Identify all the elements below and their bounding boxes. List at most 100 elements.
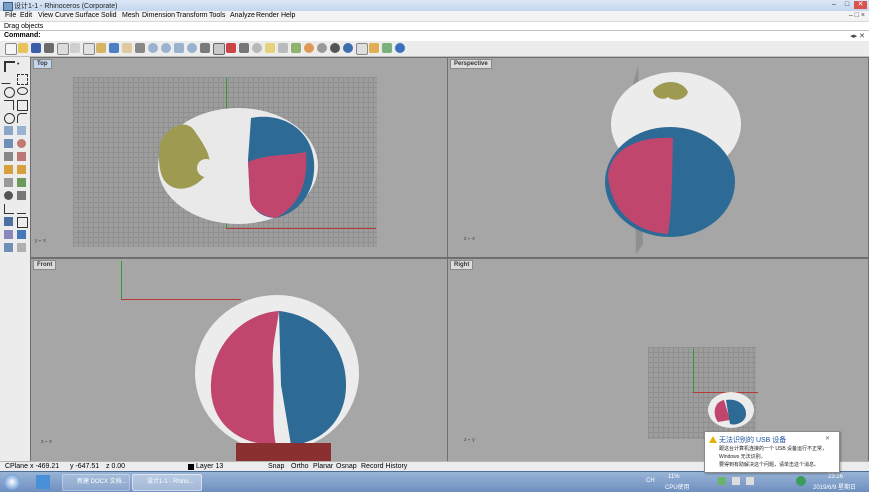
current-layer[interactable]: Layer 13 [196,463,223,471]
rendered-icon[interactable] [343,43,353,53]
box-icon[interactable] [4,139,13,148]
polygon-icon[interactable] [4,113,15,124]
menu-render[interactable]: Render [256,12,279,20]
copy-object-icon[interactable] [17,178,26,187]
split-icon[interactable] [4,217,13,226]
menu-surface[interactable]: Surface [75,12,99,20]
menu-curve[interactable]: Curve [55,12,74,20]
select-all-icon[interactable] [226,43,236,53]
render-icon[interactable] [356,43,368,55]
paste-icon[interactable] [96,43,106,53]
menu-solid[interactable]: Solid [101,12,117,20]
close-button[interactable]: ✕ [854,1,867,9]
help-icon[interactable] [395,43,405,53]
explode-icon[interactable] [4,230,13,239]
menu-file[interactable]: File [5,12,16,20]
select-arrow-icon[interactable] [4,61,15,72]
viewport-front[interactable]: Front z ⌐ x [30,258,448,462]
viewport-top[interactable]: Top y ⌐ x [30,57,448,258]
pan-hand-icon[interactable] [122,43,132,53]
language-indicator[interactable]: CH [646,478,655,484]
save-icon[interactable] [31,43,41,53]
array-icon[interactable] [4,243,13,252]
fillet-curve-icon[interactable] [17,113,27,123]
curve-icon[interactable] [17,74,28,85]
group-icon[interactable] [17,230,26,239]
boolean-difference-icon[interactable] [17,165,26,174]
arc-icon[interactable] [4,100,14,110]
cylinder-icon[interactable] [4,152,13,161]
hide-icon[interactable] [239,43,249,53]
taskbar-button-rhino[interactable]: 设计1-1 - Rhino... [132,474,202,491]
command-scroll-icon[interactable]: ◂▸ ✕ [850,32,865,40]
tray-network-icon[interactable] [732,477,740,485]
menu-view[interactable]: View [38,12,53,20]
rotate-icon[interactable] [4,191,13,200]
cut-icon[interactable] [70,43,80,53]
tray-shield-icon[interactable] [718,477,726,485]
command-input[interactable] [36,32,840,41]
lock-icon[interactable] [278,43,288,53]
rotate-view-icon[interactable] [135,43,145,53]
undo-view-icon[interactable] [200,43,210,53]
zoom-selected-icon[interactable] [187,43,197,53]
maximize-button[interactable]: □ [841,1,853,9]
surface-icon[interactable] [4,126,13,135]
wireframe-icon[interactable] [317,43,327,53]
object-properties-icon[interactable] [304,43,314,53]
zoom-extents-icon[interactable] [174,43,184,53]
snap-toggle[interactable]: Snap [268,463,284,471]
zoom-window-icon[interactable] [161,43,171,53]
import-icon[interactable] [57,43,69,55]
viewport-perspective[interactable]: Perspective z ⌐ x [447,57,869,258]
four-viewports-icon[interactable] [213,43,225,55]
shaded-icon[interactable] [330,43,340,53]
menu-help[interactable]: Help [281,12,295,20]
scale-icon[interactable] [17,191,26,200]
dimension-icon[interactable] [17,243,26,252]
print-icon[interactable] [44,43,54,53]
circle-icon[interactable] [4,87,15,98]
mirror-icon[interactable] [4,204,14,214]
viewport-tab-right[interactable]: Right [450,260,474,270]
menu-edit[interactable]: Edit [20,12,32,20]
viewport-tab-perspective[interactable]: Perspective [450,59,492,69]
boolean-union-icon[interactable] [4,165,13,174]
planar-toggle[interactable]: Planar [313,463,333,471]
tray-volume-icon[interactable] [746,477,754,485]
menu-tools[interactable]: Tools [209,12,225,20]
menu-transform[interactable]: Transform [176,12,208,20]
undo-icon[interactable] [109,43,119,53]
options-icon[interactable] [382,43,392,53]
light-bulb-icon[interactable] [265,43,275,53]
mesh-icon[interactable] [17,152,26,161]
menu-analyze[interactable]: Analyze [230,12,255,20]
menu-dimension[interactable]: Dimension [142,12,175,20]
trim-icon[interactable] [17,204,26,214]
minimize-button[interactable]: – [828,1,840,9]
start-button-icon[interactable] [4,474,20,490]
loft-icon[interactable] [17,126,26,135]
taskbar-pinned-icon[interactable] [36,475,50,489]
join-icon[interactable] [17,217,28,228]
open-file-icon[interactable] [18,43,28,53]
tray-app-icon[interactable] [796,476,806,486]
viewport-tab-top[interactable]: Top [33,59,52,69]
menu-mesh[interactable]: Mesh [122,12,139,20]
taskbar-button-docx[interactable]: 新建 DOCX 文档... [62,474,130,491]
show-icon[interactable] [252,43,262,53]
rectangle-icon[interactable] [17,100,28,111]
move-icon[interactable] [4,178,13,187]
sphere-icon[interactable] [17,139,26,148]
record-history-toggle[interactable]: Record History [361,463,407,471]
ellipse-icon[interactable] [17,87,28,95]
osnap-toggle[interactable]: Osnap [336,463,357,471]
copy-icon[interactable] [83,43,95,55]
point-icon[interactable]: • [17,61,26,70]
layer-icon[interactable] [291,43,301,53]
viewport-tab-front[interactable]: Front [33,260,57,270]
menu-window-controls[interactable]: – □ × [849,12,865,19]
new-file-icon[interactable] [5,43,17,55]
polyline-icon[interactable] [1,74,16,84]
material-icon[interactable] [369,43,379,53]
